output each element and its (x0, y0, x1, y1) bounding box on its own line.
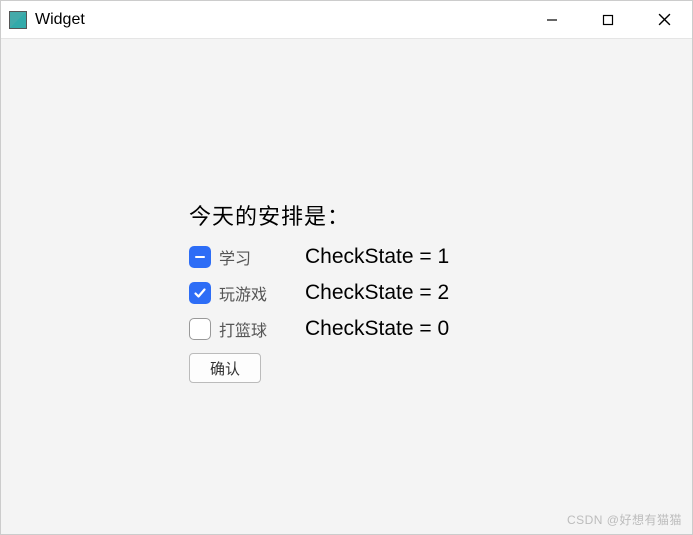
option-row: 玩游戏 CheckState = 2 (189, 281, 449, 305)
form-area: 今天的安排是： 学习 CheckState = 1 玩游戏 CheckState… (189, 199, 449, 383)
checkbox-game-label: 玩游戏 (219, 281, 267, 305)
maximize-button[interactable] (580, 1, 636, 39)
watermark-text: CSDN @好想有猫猫 (567, 511, 682, 528)
checkbox-basketball-label: 打篮球 (219, 317, 267, 341)
checkbox-basketball-group[interactable]: 打篮球 (189, 317, 299, 341)
state-label-study: CheckState = 1 (305, 245, 449, 269)
app-icon (9, 11, 27, 29)
confirm-button-label: 确认 (210, 358, 240, 379)
checkbox-study-label: 学习 (219, 245, 251, 269)
titlebar: Widget (1, 1, 692, 39)
window-title: Widget (35, 11, 85, 29)
option-row: 打篮球 CheckState = 0 (189, 317, 449, 341)
checkbox-basketball[interactable] (189, 318, 211, 340)
content-area: 今天的安排是： 学习 CheckState = 1 玩游戏 CheckState… (1, 39, 692, 534)
checkbox-study[interactable] (189, 246, 211, 268)
option-row: 学习 CheckState = 1 (189, 245, 449, 269)
close-button[interactable] (636, 1, 692, 39)
window-frame: Widget 今天的安排是： 学习 CheckState = 1 (0, 0, 693, 535)
checkbox-game-group[interactable]: 玩游戏 (189, 281, 299, 305)
state-label-basketball: CheckState = 0 (305, 317, 449, 341)
checkbox-game[interactable] (189, 282, 211, 304)
minimize-button[interactable] (524, 1, 580, 39)
checkbox-study-group[interactable]: 学习 (189, 245, 299, 269)
state-label-game: CheckState = 2 (305, 281, 449, 305)
heading-label: 今天的安排是： (189, 199, 449, 231)
confirm-button[interactable]: 确认 (189, 353, 261, 383)
